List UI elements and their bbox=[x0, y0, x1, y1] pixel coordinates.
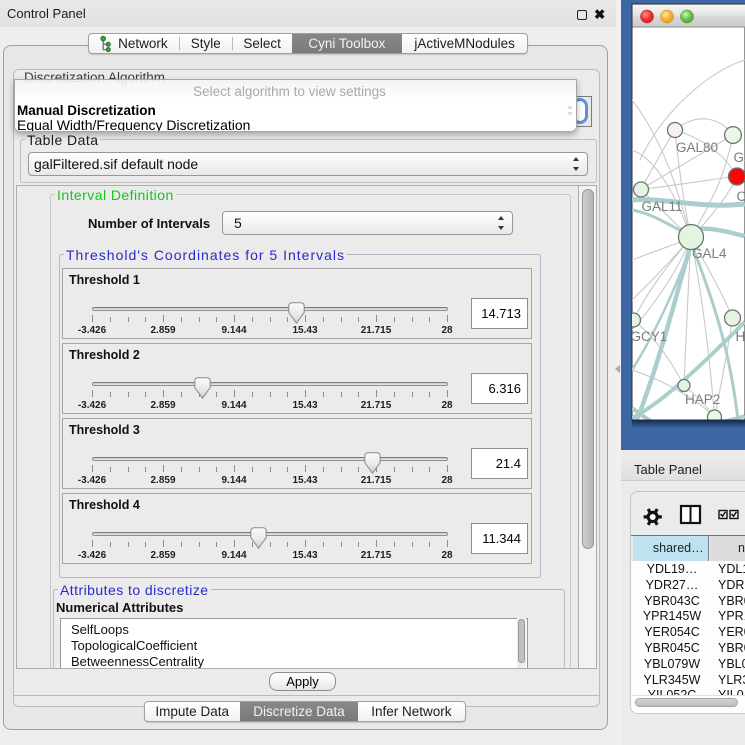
svg-text:H: H bbox=[736, 329, 745, 344]
svg-text:GAL80: GAL80 bbox=[676, 140, 718, 155]
svg-text:GCY1: GCY1 bbox=[631, 329, 668, 344]
svg-text:GA: GA bbox=[734, 150, 745, 165]
svg-text:C: C bbox=[737, 189, 745, 204]
svg-text:GAL4: GAL4 bbox=[692, 246, 727, 261]
svg-text:GAL11: GAL11 bbox=[642, 199, 683, 214]
svg-text:HAP2: HAP2 bbox=[685, 392, 720, 407]
